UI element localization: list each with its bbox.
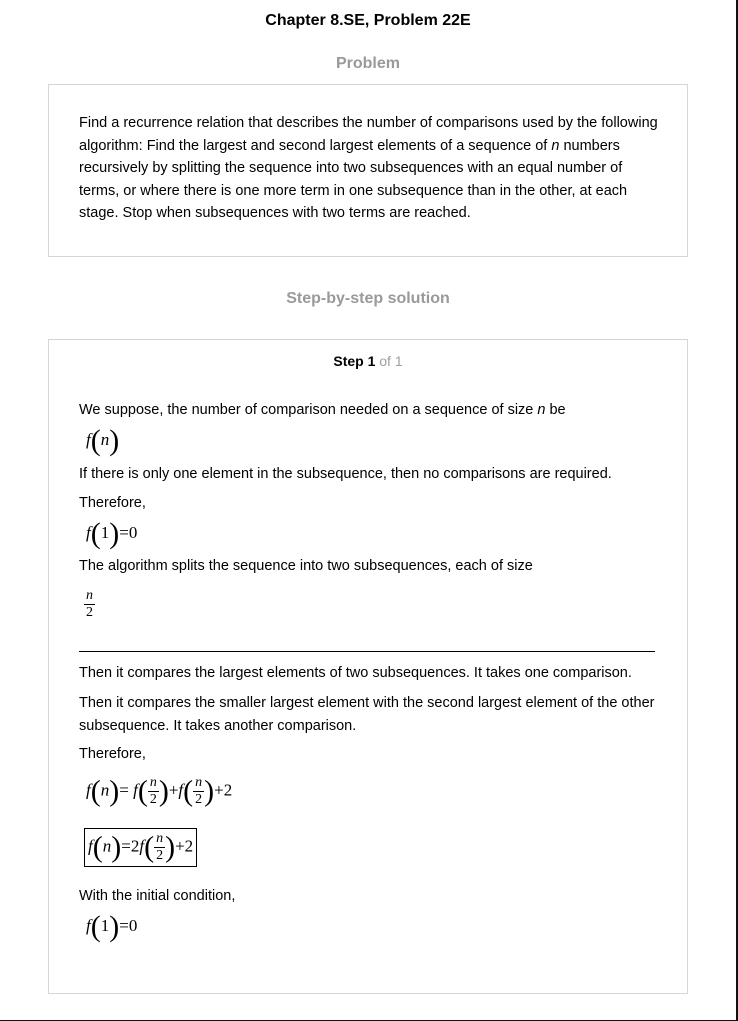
paren: ) xyxy=(109,774,120,808)
paren: ( xyxy=(144,830,155,864)
paren: ) xyxy=(109,910,120,944)
numerator: n xyxy=(147,775,159,792)
math-symbol: = xyxy=(119,780,129,800)
problem-box: Find a recurrence relation that describe… xyxy=(48,84,688,257)
fraction: n2 xyxy=(84,588,95,621)
solution-paragraph-1: We suppose, the number of comparison nee… xyxy=(79,399,659,422)
fraction: n2 xyxy=(147,775,159,808)
answer-box: f(n)=2f(n 2)+2 xyxy=(84,828,198,867)
denominator: 2 xyxy=(149,792,157,807)
paren: ( xyxy=(90,424,101,458)
paragraph-text: We suppose, the number of comparison nee… xyxy=(79,402,538,418)
math-symbol: 1 xyxy=(100,523,110,542)
paren: ) xyxy=(204,774,215,808)
paren: ( xyxy=(137,774,148,808)
math-symbol: n xyxy=(100,430,110,449)
solution-paragraph-7: Therefore, xyxy=(79,746,146,762)
math-f1-equals-0: f(1)=0 xyxy=(86,519,138,549)
paragraph-text: be xyxy=(545,402,566,418)
paren: ) xyxy=(158,774,169,808)
math-symbol: +2 xyxy=(175,836,194,856)
math-symbol: 0 xyxy=(128,523,138,542)
denominator: 2 xyxy=(156,848,164,863)
paren: ( xyxy=(183,774,194,808)
solution-paragraph-4: The algorithm splits the sequence into t… xyxy=(79,558,533,574)
math-f-of-n: f(n) xyxy=(86,426,119,456)
math-n-over-2: n2 xyxy=(84,588,95,621)
math-initial-condition: f(1)=0 xyxy=(86,912,138,942)
math-symbol: n xyxy=(102,836,112,856)
page: Chapter 8.SE, Problem 22E Problem Find a… xyxy=(0,0,738,1021)
math-symbol: 1 xyxy=(100,916,110,935)
fraction: n2 xyxy=(154,831,166,864)
solution-paragraph-2: If there is only one element in the subs… xyxy=(79,466,612,482)
numerator: n xyxy=(154,831,166,848)
math-recurrence-expanded: f(n)= f(n 2)+f(n 2)+2 xyxy=(86,775,232,808)
paren: ) xyxy=(109,424,120,458)
solution-paragraph-5: Then it compares the largest elements of… xyxy=(79,665,632,681)
step-label: Step 1 of 1 xyxy=(49,353,687,369)
math-symbol: 0 xyxy=(128,916,138,935)
step-number: Step 1 xyxy=(333,353,376,369)
denominator: 2 xyxy=(195,792,203,807)
solution-paragraph-8: With the initial condition, xyxy=(79,888,236,904)
math-recurrence-final: f(n)=2f(n 2)+2 xyxy=(84,828,198,867)
solution-paragraph-6: Then it compares the smaller largest ele… xyxy=(79,695,655,734)
solution-paragraph-3: Therefore, xyxy=(79,495,146,511)
paren: ) xyxy=(109,517,120,551)
numerator: n xyxy=(84,588,95,605)
denominator: 2 xyxy=(86,605,93,620)
math-symbol: + xyxy=(168,780,179,800)
math-symbol: = xyxy=(121,836,131,856)
paren: ) xyxy=(165,830,176,864)
divider xyxy=(79,651,655,652)
fraction: n2 xyxy=(193,775,205,808)
step-total: of 1 xyxy=(375,353,403,369)
math-symbol: n xyxy=(100,780,110,800)
paren: ) xyxy=(111,830,122,864)
page-title: Chapter 8.SE, Problem 22E xyxy=(265,12,471,29)
paren: ( xyxy=(92,830,103,864)
problem-text: Find a recurrence relation that describe… xyxy=(79,112,659,225)
problem-heading: Problem xyxy=(335,55,400,72)
paren: ( xyxy=(90,774,101,808)
paren: ( xyxy=(90,517,101,551)
math-symbol: = xyxy=(119,523,129,542)
numerator: n xyxy=(193,775,205,792)
solution-heading: Step-by-step solution xyxy=(286,290,450,307)
math-symbol: = xyxy=(119,916,129,935)
math-symbol: +2 xyxy=(214,780,233,800)
paren: ( xyxy=(90,910,101,944)
